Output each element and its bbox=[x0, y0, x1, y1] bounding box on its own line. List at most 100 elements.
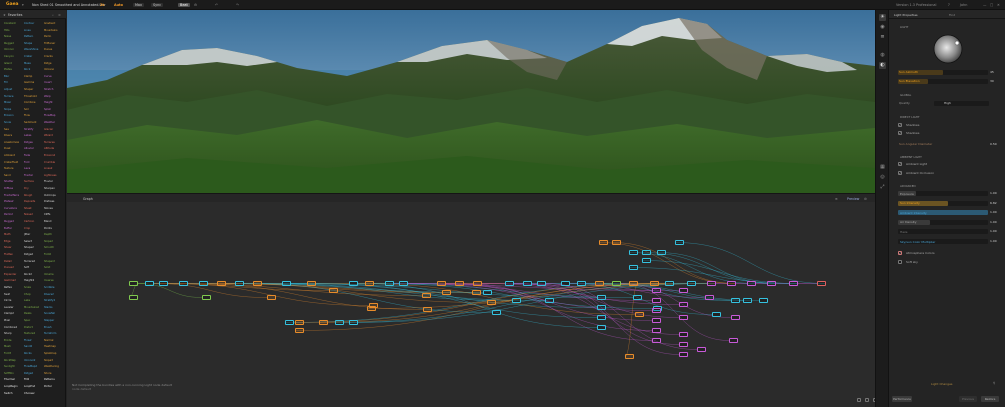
graph-node[interactable] bbox=[597, 315, 606, 320]
library-node-item[interactable]: Sand bbox=[4, 174, 19, 178]
library-node-item[interactable]: Lines2 bbox=[44, 167, 59, 171]
graph-node[interactable] bbox=[650, 281, 659, 286]
library-node-item[interactable]: Mixer bbox=[4, 101, 19, 105]
color-icon[interactable]: ◐ bbox=[879, 62, 886, 69]
library-node-item[interactable]: Rivers bbox=[4, 134, 19, 138]
pin-icon[interactable]: ⚲ bbox=[993, 381, 995, 385]
graph-node[interactable] bbox=[731, 315, 740, 320]
library-node-item[interactable]: Expander bbox=[4, 273, 19, 277]
graph-node[interactable] bbox=[597, 325, 606, 330]
atmosphere-checkbox[interactable]: ✓ bbox=[898, 251, 902, 255]
graph-node[interactable] bbox=[747, 281, 756, 286]
library-node-item[interactable]: SoftMin bbox=[4, 372, 19, 376]
app-logo[interactable]: Gaea bbox=[6, 2, 19, 7]
library-node-item[interactable]: Wizard bbox=[44, 134, 59, 138]
library-node-item[interactable]: Volume bbox=[44, 273, 59, 277]
graph-node[interactable] bbox=[367, 306, 376, 311]
graph-node[interactable] bbox=[505, 281, 514, 286]
graph-node[interactable] bbox=[642, 250, 651, 255]
library-node-item[interactable]: Fold3 bbox=[4, 352, 19, 356]
properties-search[interactable]: Find bbox=[949, 13, 955, 17]
graph-node[interactable] bbox=[145, 281, 154, 286]
redo-icon[interactable]: ↷ bbox=[236, 3, 239, 7]
library-node-item[interactable]: WaveShine bbox=[24, 48, 39, 52]
graph-node[interactable] bbox=[712, 312, 721, 317]
graph-node[interactable] bbox=[633, 295, 642, 300]
library-node-item[interactable]: Fluvial bbox=[44, 180, 59, 184]
section-light[interactable]: LIGHT bbox=[900, 25, 908, 29]
sun-azimuth-value[interactable]: 45 bbox=[990, 70, 994, 75]
library-node-item[interactable]: Weathering bbox=[44, 365, 59, 369]
library-node-item[interactable]: Swirl bbox=[4, 293, 19, 297]
library-node-item[interactable]: Altitude bbox=[44, 147, 59, 151]
graph-node[interactable] bbox=[217, 281, 226, 286]
graph-node[interactable] bbox=[422, 293, 431, 298]
library-node-item[interactable]: Shape bbox=[24, 42, 39, 46]
library-node-item[interactable]: Gamma2 bbox=[4, 279, 19, 283]
graph-node[interactable] bbox=[512, 298, 521, 303]
library-node-item[interactable]: Stacks bbox=[44, 306, 59, 310]
library-node-item[interactable]: Curvature bbox=[4, 207, 19, 211]
graph-node[interactable] bbox=[235, 281, 244, 286]
resolution-label[interactable]: 2k bbox=[100, 3, 105, 7]
library-node-item[interactable]: Splat bbox=[44, 108, 59, 112]
library-node-item[interactable]: Fade bbox=[24, 154, 39, 158]
library-node-item[interactable]: Volcano bbox=[44, 68, 59, 72]
graph-node[interactable] bbox=[455, 281, 464, 286]
ambient-light-checkbox[interactable]: ✓ bbox=[898, 162, 902, 166]
restore-button[interactable]: Restore bbox=[981, 396, 999, 402]
eye-icon[interactable]: ◎ bbox=[879, 174, 886, 181]
library-node-item[interactable]: Slope3 bbox=[44, 359, 59, 363]
graph-node[interactable] bbox=[727, 281, 736, 286]
library-node-item[interactable]: Mountains bbox=[44, 29, 59, 33]
library-node-item[interactable]: Texture bbox=[4, 167, 19, 171]
library-node-item[interactable]: Shear bbox=[4, 246, 19, 250]
library-node-item[interactable]: Thermal bbox=[4, 378, 19, 382]
library-node-item[interactable]: Terraces bbox=[44, 141, 59, 145]
library-node-item[interactable]: Terrace2 bbox=[24, 260, 39, 264]
library-node-item[interactable]: Texture2 bbox=[24, 332, 39, 336]
library-node-item[interactable]: Erode bbox=[4, 339, 19, 343]
library-node-item[interactable]: Crater bbox=[24, 55, 39, 59]
library-node-item[interactable]: Splatmap bbox=[44, 352, 59, 356]
library-node-item[interactable]: Lakes bbox=[24, 134, 39, 138]
graph-node[interactable] bbox=[743, 298, 752, 303]
library-node-item[interactable]: Dry bbox=[24, 187, 39, 191]
library-node-item[interactable]: Leveler bbox=[4, 306, 19, 310]
library-node-item[interactable]: Detail bbox=[4, 260, 19, 264]
graph-node[interactable] bbox=[652, 338, 661, 343]
graph-node[interactable] bbox=[253, 281, 262, 286]
library-node-item[interactable]: Adjust bbox=[4, 88, 19, 92]
graph-node[interactable] bbox=[612, 240, 621, 245]
graph-node[interactable] bbox=[657, 250, 666, 255]
exposure-value[interactable]: 1.00 bbox=[990, 191, 997, 196]
graph-node[interactable] bbox=[537, 281, 546, 286]
library-node-item[interactable]: Fill2 bbox=[24, 378, 39, 382]
graph-node[interactable] bbox=[523, 281, 532, 286]
help-icon[interactable]: ? bbox=[948, 3, 950, 7]
graph-node[interactable] bbox=[307, 281, 316, 286]
library-node-item[interactable]: Glacier bbox=[44, 128, 59, 132]
library-node-item[interactable]: Sharpen bbox=[44, 187, 59, 191]
graph-node[interactable] bbox=[629, 281, 638, 286]
graph-node[interactable] bbox=[365, 281, 374, 286]
library-node-item[interactable]: Rock bbox=[24, 68, 39, 72]
graph-node[interactable] bbox=[729, 338, 738, 343]
library-node-item[interactable]: Fill bbox=[4, 81, 19, 85]
graph-node[interactable] bbox=[437, 281, 446, 286]
fit-view-icon[interactable] bbox=[857, 398, 861, 402]
graph-node[interactable] bbox=[267, 295, 276, 300]
library-node-item[interactable]: Smooth bbox=[44, 246, 59, 250]
library-node-item[interactable]: Contour bbox=[24, 22, 39, 26]
library-node-item[interactable]: Mesa bbox=[24, 62, 39, 66]
library-node-item[interactable]: Stretch bbox=[44, 88, 59, 92]
graph-node[interactable] bbox=[635, 312, 644, 317]
library-node-item[interactable]: Warp bbox=[44, 95, 59, 99]
mode-label[interactable]: Auto bbox=[114, 3, 123, 7]
library-node-item[interactable]: Reflex bbox=[4, 286, 19, 290]
library-node-item[interactable]: Buffer bbox=[4, 227, 19, 231]
library-node-item[interactable]: Dusk bbox=[4, 147, 19, 151]
graph-settings-icon[interactable]: ⚙ bbox=[864, 197, 867, 201]
graph-node[interactable] bbox=[349, 281, 358, 286]
graph-node[interactable] bbox=[652, 288, 661, 293]
